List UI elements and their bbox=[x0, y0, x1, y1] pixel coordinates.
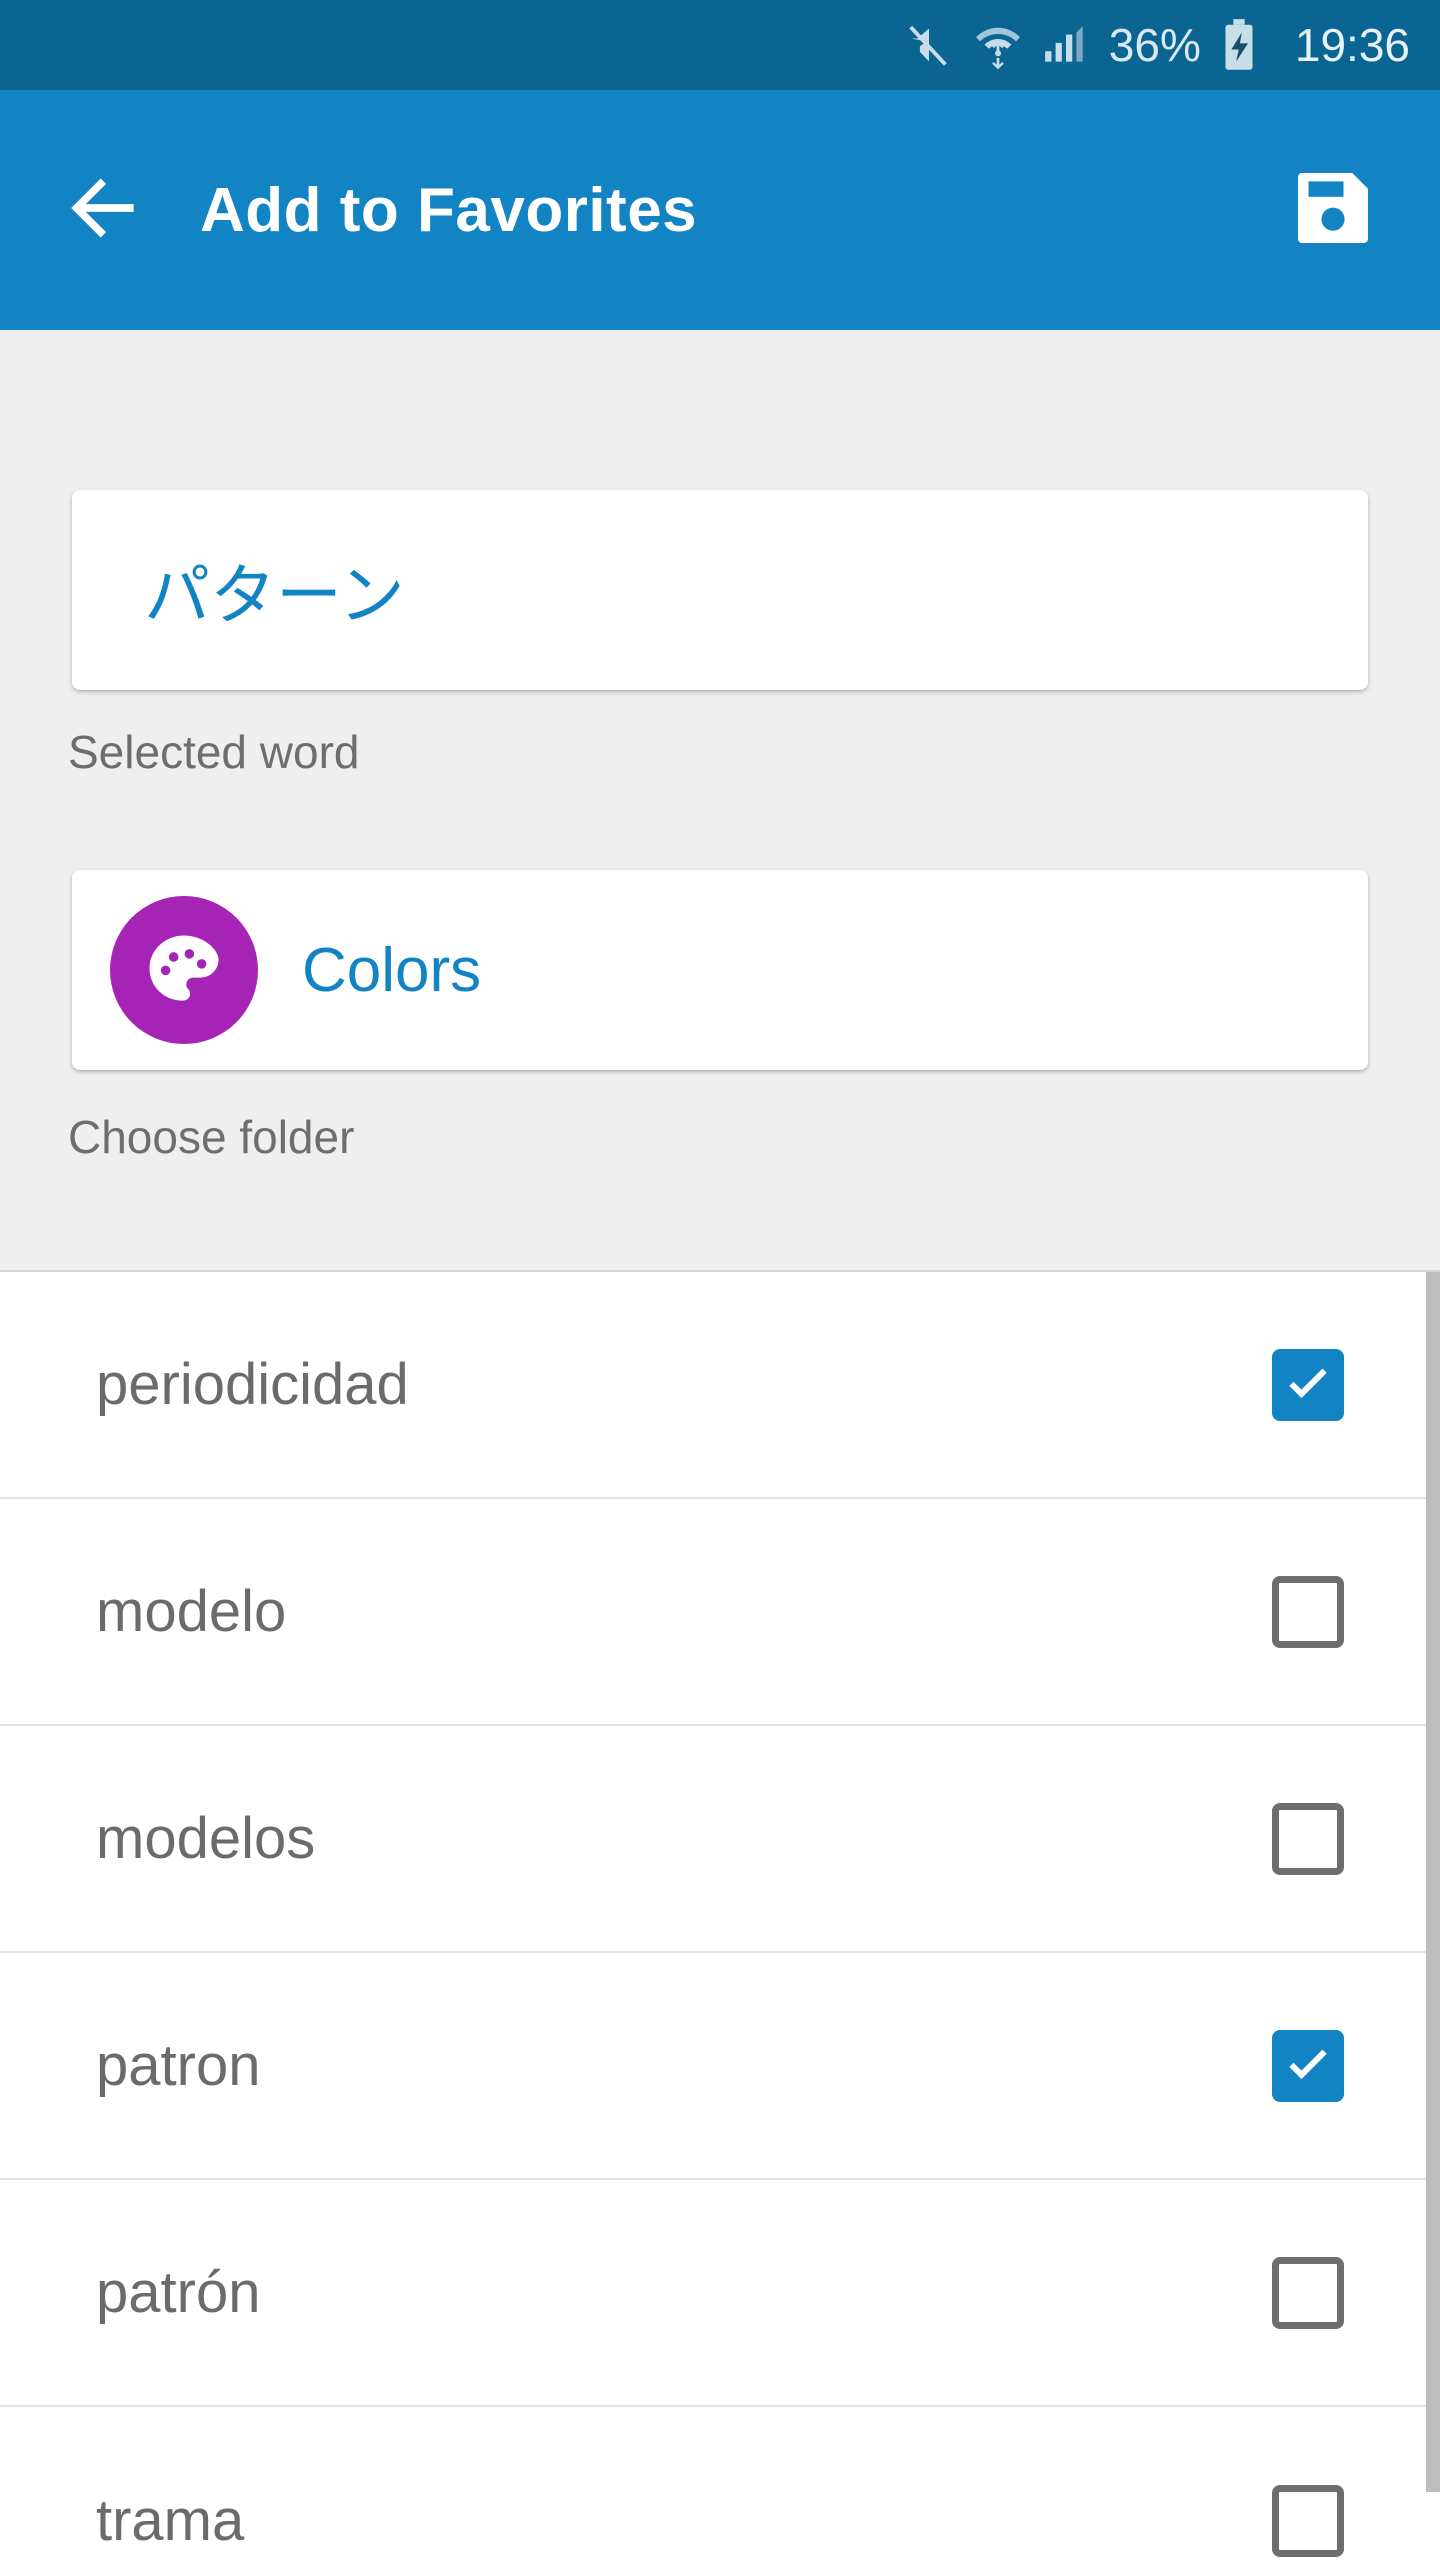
back-arrow-icon bbox=[57, 162, 149, 259]
translations-list[interactable]: periodicidad modelo modelos patron patrón tra… bbox=[0, 1270, 1440, 2560]
translation-label: patrón bbox=[96, 2260, 261, 2325]
translation-label: patron bbox=[96, 2033, 261, 2098]
translation-label: modelos bbox=[96, 1806, 316, 1871]
status-bar-icons: 36% 19:36 bbox=[903, 18, 1410, 72]
translation-row[interactable]: modelo bbox=[0, 1499, 1440, 1726]
battery-percent-label: 36% bbox=[1108, 19, 1201, 71]
form-section: Selected word パターン Choose folder Colors … bbox=[0, 330, 1440, 1394]
selected-word-card[interactable]: パターン bbox=[72, 490, 1368, 690]
translation-row[interactable]: trama bbox=[0, 2407, 1440, 2560]
checkbox-checked[interactable] bbox=[1272, 1348, 1344, 1421]
status-bar: 36% 19:36 bbox=[0, 0, 1440, 90]
translation-row[interactable]: modelos bbox=[0, 1726, 1440, 1953]
save-floppy-icon bbox=[1291, 166, 1375, 255]
signal-icon bbox=[1041, 19, 1091, 71]
save-button[interactable] bbox=[1278, 155, 1388, 265]
folder-name: Colors bbox=[302, 935, 482, 1005]
selected-word-label: Selected word bbox=[68, 726, 360, 778]
list-scrollbar-thumb[interactable] bbox=[1426, 1272, 1440, 2492]
checkbox-unchecked[interactable] bbox=[1272, 1575, 1344, 1648]
page-title: Add to Favorites bbox=[200, 175, 698, 245]
checkbox-unchecked[interactable] bbox=[1272, 2256, 1344, 2329]
translation-row[interactable]: patrón bbox=[0, 2180, 1440, 2407]
palette-icon bbox=[110, 896, 258, 1044]
choose-folder-label: Choose folder bbox=[68, 1111, 355, 1163]
selected-word-value: パターン bbox=[144, 557, 405, 634]
translation-row[interactable]: patron bbox=[0, 1953, 1440, 2180]
mute-icon bbox=[903, 19, 955, 71]
checkbox-unchecked[interactable] bbox=[1272, 2484, 1344, 2557]
choose-folder-card[interactable]: Colors bbox=[72, 870, 1368, 1070]
battery-charging-icon bbox=[1221, 18, 1257, 72]
checkbox-checked[interactable] bbox=[1272, 2029, 1344, 2102]
translation-label: modelo bbox=[96, 1579, 287, 1644]
app-bar: Add to Favorites bbox=[0, 90, 1440, 330]
translation-row[interactable]: periodicidad bbox=[0, 1272, 1440, 1499]
back-button[interactable] bbox=[48, 155, 158, 265]
translation-label: periodicidad bbox=[96, 1352, 409, 1417]
checkbox-unchecked[interactable] bbox=[1272, 1802, 1344, 1875]
status-bar-clock: 19:36 bbox=[1294, 19, 1410, 71]
wifi-icon bbox=[973, 19, 1023, 71]
translation-label: trama bbox=[96, 2488, 245, 2553]
